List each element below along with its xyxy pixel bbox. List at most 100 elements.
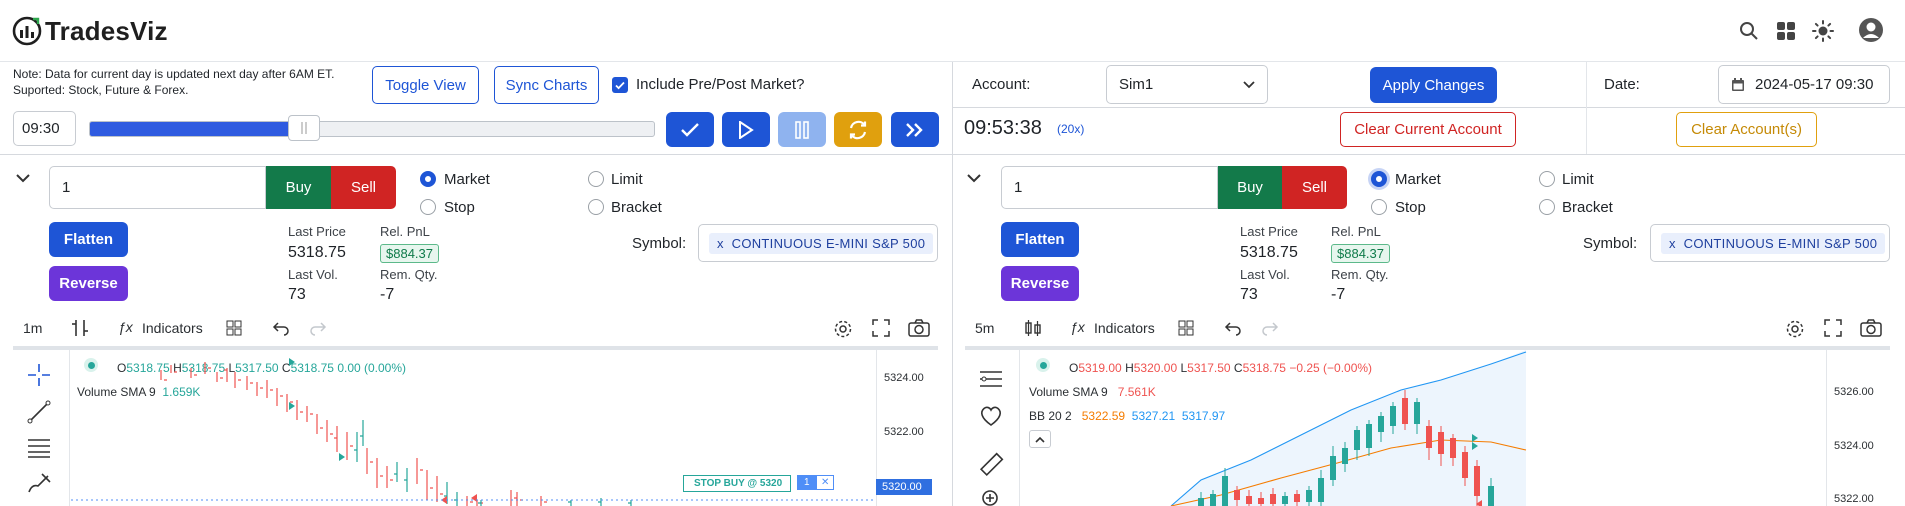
quantity-input[interactable]: 1	[1001, 166, 1218, 209]
account-select[interactable]: Sim1	[1106, 65, 1268, 104]
buy-button[interactable]: Buy	[1218, 166, 1282, 209]
order-type-bracket-radio[interactable]	[588, 199, 604, 215]
symbol-remove-icon[interactable]: x	[1669, 236, 1676, 251]
brand[interactable]: TradesViz	[12, 14, 168, 48]
order-type-limit-radio[interactable]	[588, 171, 604, 187]
double-chevron-right-icon	[906, 122, 923, 137]
flatten-button[interactable]: Flatten	[49, 222, 128, 257]
checkmark-icon	[615, 81, 625, 90]
clear-accounts-button[interactable]: Clear Account(s)	[1676, 112, 1817, 147]
indicators-button[interactable]: Indicators	[142, 320, 203, 336]
sync-charts-button[interactable]: Sync Charts	[494, 66, 599, 104]
toggle-view-button[interactable]: Toggle View	[372, 66, 479, 104]
apps-grid-icon[interactable]	[1773, 18, 1799, 44]
right-separator-top	[953, 107, 1905, 108]
confirm-button[interactable]	[666, 112, 714, 147]
last-vol-label: Last Vol.	[1240, 267, 1290, 282]
check-icon	[681, 122, 699, 137]
candle-type-icon[interactable]	[70, 318, 90, 343]
function-icon: ƒx	[118, 319, 133, 335]
redo-icon[interactable]	[1261, 320, 1279, 341]
settings-gear-icon[interactable]	[833, 319, 853, 344]
rel-pnl-label: Rel. PnL	[380, 224, 430, 239]
heart-icon[interactable]	[978, 404, 1004, 433]
symbol-select[interactable]: x CONTINUOUS E-MINI S&P 500	[1650, 224, 1890, 262]
order-type-market-radio[interactable]	[420, 171, 436, 187]
redo-icon[interactable]	[309, 320, 327, 341]
apply-changes-button[interactable]: Apply Changes	[1370, 67, 1497, 103]
candle-type-icon[interactable]	[1023, 318, 1043, 343]
chart-logo-icon	[12, 16, 42, 46]
interval-selector[interactable]: 5m	[975, 320, 994, 336]
symbol-select[interactable]: x CONTINUOUS E-MINI S&P 500	[698, 224, 938, 262]
symbol-chip[interactable]: x CONTINUOUS E-MINI S&P 500	[709, 232, 934, 254]
account-label: Account:	[972, 76, 1031, 93]
symbol-remove-icon[interactable]: x	[717, 236, 724, 251]
trend-line-icon[interactable]	[26, 399, 52, 430]
refresh-button[interactable]	[834, 112, 882, 147]
calendar-icon	[1732, 78, 1744, 91]
order-type-stop-label: Stop	[1395, 199, 1426, 216]
right-y-tick: 5324.00	[1834, 440, 1874, 452]
date-input[interactable]: 2024-05-17 09:30	[1718, 65, 1890, 104]
symbol-chip-label: CONTINUOUS E-MINI S&P 500	[1683, 235, 1878, 251]
last-price-value: 5318.75	[1240, 244, 1298, 261]
last-price-label: Last Price	[1240, 224, 1298, 239]
pause-button[interactable]	[778, 112, 826, 147]
buy-button[interactable]: Buy	[266, 166, 331, 209]
top-navbar	[0, 0, 1905, 62]
fib-lines-icon[interactable]	[978, 368, 1004, 395]
indicators-button[interactable]: Indicators	[1094, 320, 1155, 336]
replay-time-input[interactable]: 09:30	[13, 111, 76, 146]
replay-slider-track[interactable]	[89, 121, 655, 137]
settings-gear-icon[interactable]	[1785, 319, 1805, 344]
camera-icon[interactable]	[908, 319, 930, 342]
order-type-stop-radio[interactable]	[420, 199, 436, 215]
replay-slider-thumb[interactable]	[288, 115, 321, 141]
sell-button[interactable]: Sell	[331, 166, 396, 209]
order-type-market-radio[interactable]	[1371, 171, 1387, 187]
camera-icon[interactable]	[1860, 319, 1882, 342]
user-account-icon[interactable]	[1857, 16, 1885, 44]
last-vol-label: Last Vol.	[288, 267, 338, 282]
pause-icon	[795, 120, 809, 139]
collapse-chevron-icon[interactable]	[16, 170, 30, 188]
horizontal-lines-icon[interactable]	[26, 434, 52, 465]
fast-forward-button[interactable]	[891, 112, 939, 147]
search-icon[interactable]	[1736, 18, 1762, 44]
stop-order-label[interactable]: STOP BUY @ 5320	[683, 475, 792, 492]
crosshair-icon[interactable]	[26, 362, 52, 393]
ruler-icon[interactable]	[978, 452, 1004, 483]
zoom-in-icon[interactable]	[980, 488, 1002, 506]
templates-icon[interactable]	[1178, 320, 1194, 341]
reverse-button[interactable]: Reverse	[1001, 266, 1079, 301]
brush-icon[interactable]	[26, 470, 52, 501]
clear-current-account-button[interactable]: Clear Current Account	[1340, 112, 1516, 147]
sun-icon[interactable]	[1810, 18, 1836, 44]
fullscreen-icon[interactable]	[872, 319, 890, 342]
order-type-bracket-radio[interactable]	[1539, 199, 1555, 215]
replay-slider-fill	[90, 122, 305, 136]
last-price-label: Last Price	[288, 224, 346, 239]
undo-icon[interactable]	[272, 320, 290, 341]
order-type-limit-radio[interactable]	[1539, 171, 1555, 187]
play-button[interactable]	[722, 112, 770, 147]
templates-icon[interactable]	[226, 320, 242, 341]
chevron-down-icon	[1243, 81, 1255, 89]
rem-qty-label: Rem. Qty.	[380, 267, 438, 282]
price-bars	[160, 362, 632, 506]
flatten-button[interactable]: Flatten	[1001, 222, 1079, 257]
rem-qty-label: Rem. Qty.	[1331, 267, 1389, 282]
order-type-stop-radio[interactable]	[1371, 199, 1387, 215]
undo-icon[interactable]	[1224, 320, 1242, 341]
quantity-input[interactable]: 1	[49, 166, 266, 209]
fullscreen-icon[interactable]	[1824, 319, 1842, 342]
include-prepost-checkbox[interactable]	[612, 77, 628, 93]
collapse-chevron-icon[interactable]	[967, 170, 981, 188]
symbol-chip[interactable]: x CONTINUOUS E-MINI S&P 500	[1661, 232, 1886, 254]
stop-order-close-icon[interactable]: ✕	[816, 475, 835, 490]
interval-selector[interactable]: 1m	[23, 320, 42, 336]
right-candles	[1170, 350, 1527, 506]
sell-button[interactable]: Sell	[1282, 166, 1347, 209]
reverse-button[interactable]: Reverse	[49, 266, 128, 301]
